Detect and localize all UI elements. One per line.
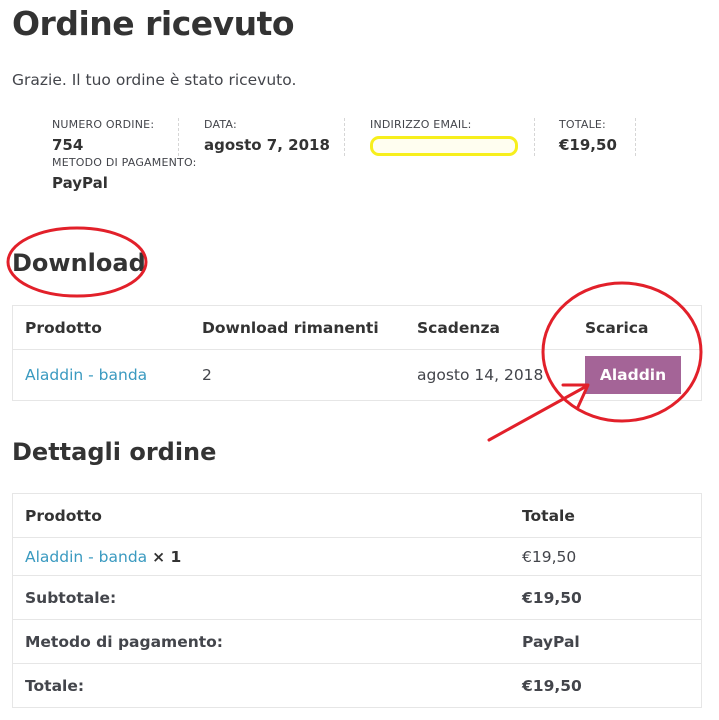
overview-divider (344, 118, 345, 156)
col-product: Prodotto (12, 493, 510, 538)
date-label: DATA: (204, 118, 237, 131)
download-expires-cell: agosto 14, 2018 (405, 349, 573, 401)
item-product-cell: Aladdin - banda × 1 (12, 537, 510, 576)
order-number-label: NUMERO ORDINE: (52, 118, 155, 131)
col-total: Totale (510, 493, 702, 538)
overview-order-number: NUMERO ORDINE: 754 (52, 118, 154, 156)
item-total-cell: €19,50 (510, 537, 702, 576)
item-product-link[interactable]: Aladdin - banda (25, 548, 147, 566)
email-label: INDIRIZZO EMAIL: (370, 118, 472, 131)
total-label: TOTALE: (559, 118, 606, 131)
overview-divider (178, 118, 179, 156)
item-quantity: × 1 (152, 547, 182, 566)
payment-method-value: PayPal (52, 174, 108, 192)
email-redaction-highlight (370, 136, 518, 156)
table-row: Subtotale: €19,50 (12, 575, 702, 620)
overview-total: TOTALE: €19,50 (559, 118, 617, 156)
col-downloads-remaining: Download rimanenti (190, 305, 405, 350)
downloads-header-row: Prodotto Download rimanenti Scadenza Sca… (12, 305, 702, 350)
downloads-table: Prodotto Download rimanenti Scadenza Sca… (12, 305, 702, 401)
col-download: Scarica (573, 305, 702, 350)
download-remaining-cell: 2 (190, 349, 405, 401)
table-row: Totale: €19,50 (12, 663, 702, 708)
download-aladdin-button[interactable]: Aladdin (585, 356, 681, 394)
order-received-message: Grazie. Il tuo ordine è stato ricevuto. (12, 71, 297, 89)
order-details-title: Dettagli ordine (12, 438, 217, 466)
grand-total-label: Totale: (12, 663, 510, 708)
overview-email: INDIRIZZO EMAIL: (370, 118, 472, 134)
payment-method-row-label: Metodo di pagamento: (12, 619, 510, 664)
download-product-cell: Aladdin - banda (12, 349, 190, 401)
download-button-cell: Aladdin (573, 349, 702, 401)
col-product: Prodotto (12, 305, 190, 350)
subtotal-value: €19,50 (510, 575, 702, 620)
table-row: Aladdin - banda 2 agosto 14, 2018 Aladdi… (12, 349, 702, 401)
payment-method-row-value: PayPal (510, 619, 702, 664)
date-value: agosto 7, 2018 (204, 136, 330, 154)
download-product-link[interactable]: Aladdin - banda (25, 366, 147, 384)
payment-method-label: METODO DI PAGAMENTO: (52, 156, 197, 169)
table-row: Aladdin - banda × 1 €19,50 (12, 537, 702, 576)
downloads-title: Download (12, 249, 146, 277)
overview-date: DATA: agosto 7, 2018 (204, 118, 330, 156)
subtotal-label: Subtotale: (12, 575, 510, 620)
page-title: Ordine ricevuto (12, 4, 295, 43)
order-details-table: Prodotto Totale Aladdin - banda × 1 €19,… (12, 493, 702, 708)
overview-payment-method: METODO DI PAGAMENTO: PayPal (52, 156, 197, 194)
order-overview: NUMERO ORDINE: 754 DATA: agosto 7, 2018 … (52, 118, 652, 198)
total-value: €19,50 (559, 136, 617, 154)
overview-divider (635, 118, 636, 156)
order-details-header-row: Prodotto Totale (12, 493, 702, 538)
grand-total-value: €19,50 (510, 663, 702, 708)
table-row: Metodo di pagamento: PayPal (12, 619, 702, 664)
col-expires: Scadenza (405, 305, 573, 350)
overview-divider (534, 118, 535, 156)
order-number-value: 754 (52, 136, 84, 154)
